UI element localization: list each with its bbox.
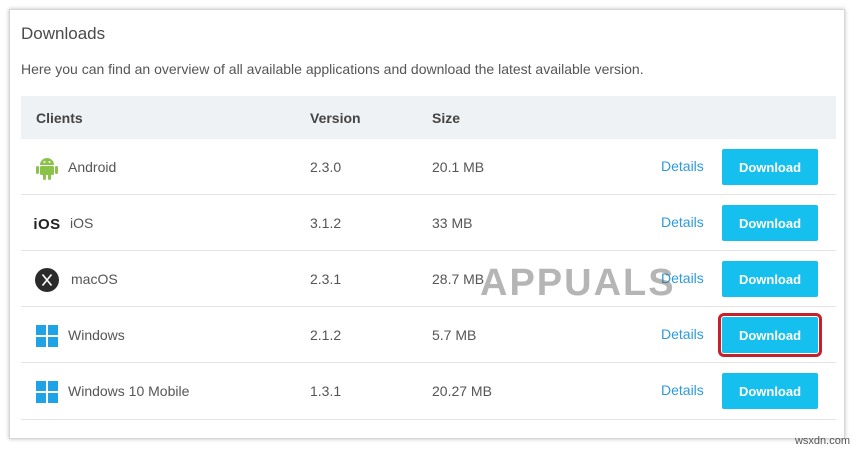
client-version: 2.3.1 [310, 271, 342, 287]
client-name: iOS [70, 215, 94, 231]
table-row-macos: macOS 2.3.1 28.7 MB Details Download [21, 251, 836, 307]
windows-icon [35, 380, 59, 404]
client-name: Android [68, 159, 117, 175]
details-link-windows-10-mobile[interactable]: Details [661, 382, 704, 398]
client-size: 5.7 MB [432, 327, 477, 343]
download-button-windows-10-mobile[interactable]: Download [722, 373, 818, 409]
downloads-panel: Downloads Here you can find an overview … [9, 9, 845, 439]
client-size: 20.1 MB [432, 159, 485, 175]
download-button-android[interactable]: Download [722, 149, 818, 185]
client-size: 28.7 MB [432, 271, 485, 287]
client-size: 33 MB [432, 215, 473, 231]
table-row-windows-10-mobile: Windows 10 Mobile 1.3.1 20.27 MB Details… [21, 363, 836, 420]
download-button-macos[interactable]: Download [722, 261, 818, 297]
download-button-windows[interactable]: Download [718, 313, 822, 357]
windows-icon [35, 324, 59, 348]
client-name: Windows [68, 327, 125, 343]
client-name: Windows 10 Mobile [68, 383, 190, 399]
ios-logo-icon: iOS [33, 215, 61, 233]
client-version: 2.1.2 [310, 327, 342, 343]
details-link-windows[interactable]: Details [661, 326, 704, 342]
client-name: macOS [71, 271, 118, 287]
column-header-clients: Clients [36, 110, 83, 126]
table-header: Clients Version Size [21, 96, 836, 139]
client-version: 2.3.0 [310, 159, 342, 175]
client-version: 3.1.2 [310, 215, 342, 231]
table-row-windows: Windows 2.1.2 5.7 MB Details Download [21, 307, 836, 363]
table-row-ios: iOS iOS 3.1.2 33 MB Details Download [21, 195, 836, 251]
page-subtitle: Here you can find an overview of all ava… [21, 61, 644, 77]
details-link-android[interactable]: Details [661, 158, 704, 174]
watermark-logo: APPUALS [480, 262, 676, 304]
column-header-version: Version [310, 110, 361, 126]
watermark-site: wsxdn.com [794, 435, 850, 447]
client-size: 20.27 MB [432, 383, 492, 399]
table-row-android: Android 2.3.0 20.1 MB Details Download [21, 139, 836, 195]
download-button-ios[interactable]: Download [722, 205, 818, 241]
downloads-table: Clients Version Size Android 2.3.0 20.1 … [21, 96, 836, 420]
android-icon [35, 156, 59, 180]
details-link-ios[interactable]: Details [661, 214, 704, 230]
page-title: Downloads [21, 24, 106, 43]
client-version: 1.3.1 [310, 383, 342, 399]
macos-x-icon [35, 268, 59, 292]
column-header-size: Size [432, 110, 461, 126]
